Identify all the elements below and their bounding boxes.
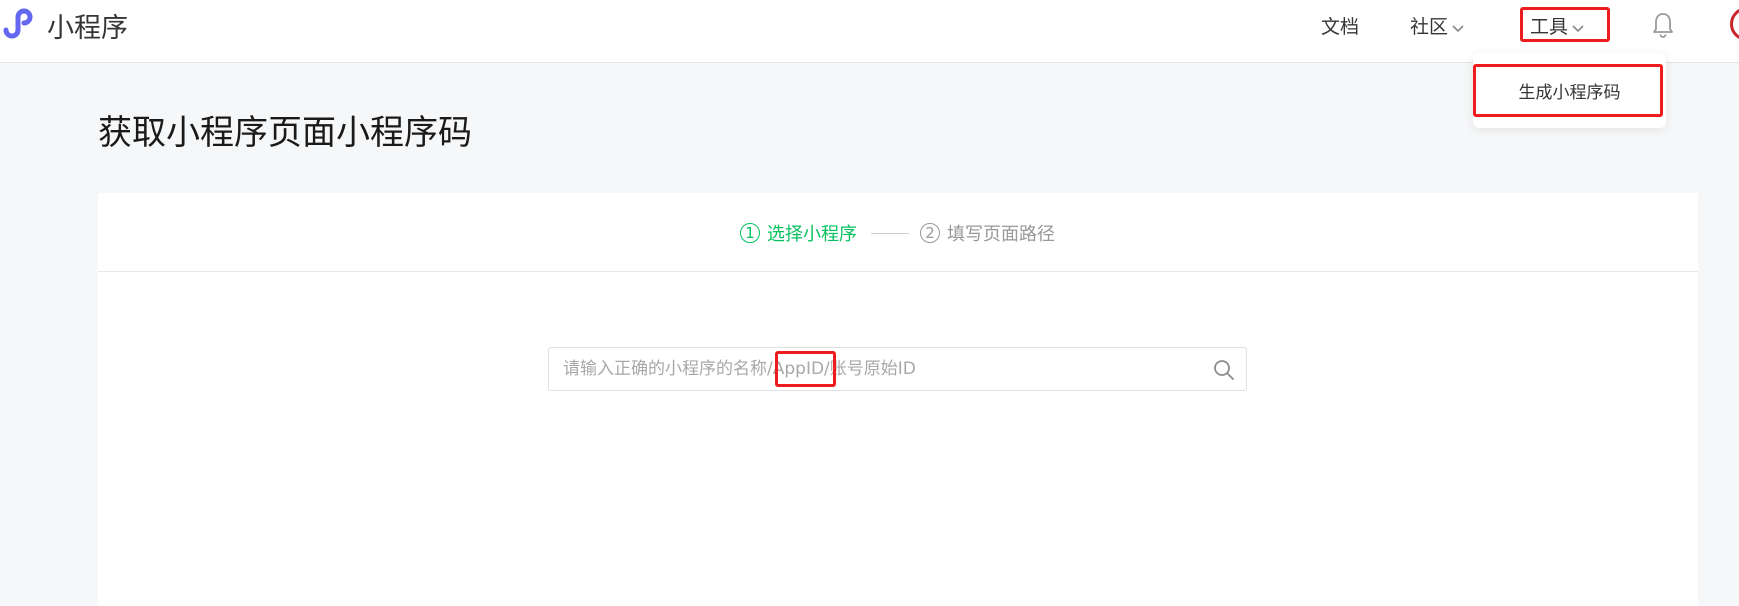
step-indicator: 1 选择小程序 2 填写页面路径 [98, 193, 1698, 272]
menu-item-highlight-box [1473, 64, 1663, 117]
nav-community-label: 社区 [1410, 16, 1449, 38]
avatar[interactable] [1730, 7, 1739, 41]
miniprogram-logo-icon[interactable] [0, 4, 40, 44]
nav-docs-link[interactable]: 文档 [1321, 12, 1359, 39]
appid-highlight-box [775, 351, 836, 387]
bell-icon[interactable] [1651, 11, 1675, 39]
brand-title[interactable]: 小程序 [47, 6, 128, 45]
nav-community-menu[interactable]: 社区 [1410, 12, 1465, 39]
search-box [548, 347, 1247, 391]
tools-highlight-box [1520, 7, 1610, 42]
step-1: 1 选择小程序 [740, 220, 857, 246]
main-card: 1 选择小程序 2 填写页面路径 [98, 193, 1698, 606]
step-2: 2 填写页面路径 [920, 220, 1055, 246]
step-1-number: 1 [740, 223, 760, 243]
step-connector [871, 233, 909, 234]
search-icon[interactable] [1213, 359, 1235, 381]
search-input[interactable] [549, 348, 1189, 390]
page-title: 获取小程序页面小程序码 [98, 113, 472, 153]
step-1-label: 选择小程序 [767, 224, 857, 245]
chevron-down-icon [1452, 24, 1464, 32]
step-2-label: 填写页面路径 [947, 224, 1055, 245]
step-2-number: 2 [920, 223, 940, 243]
